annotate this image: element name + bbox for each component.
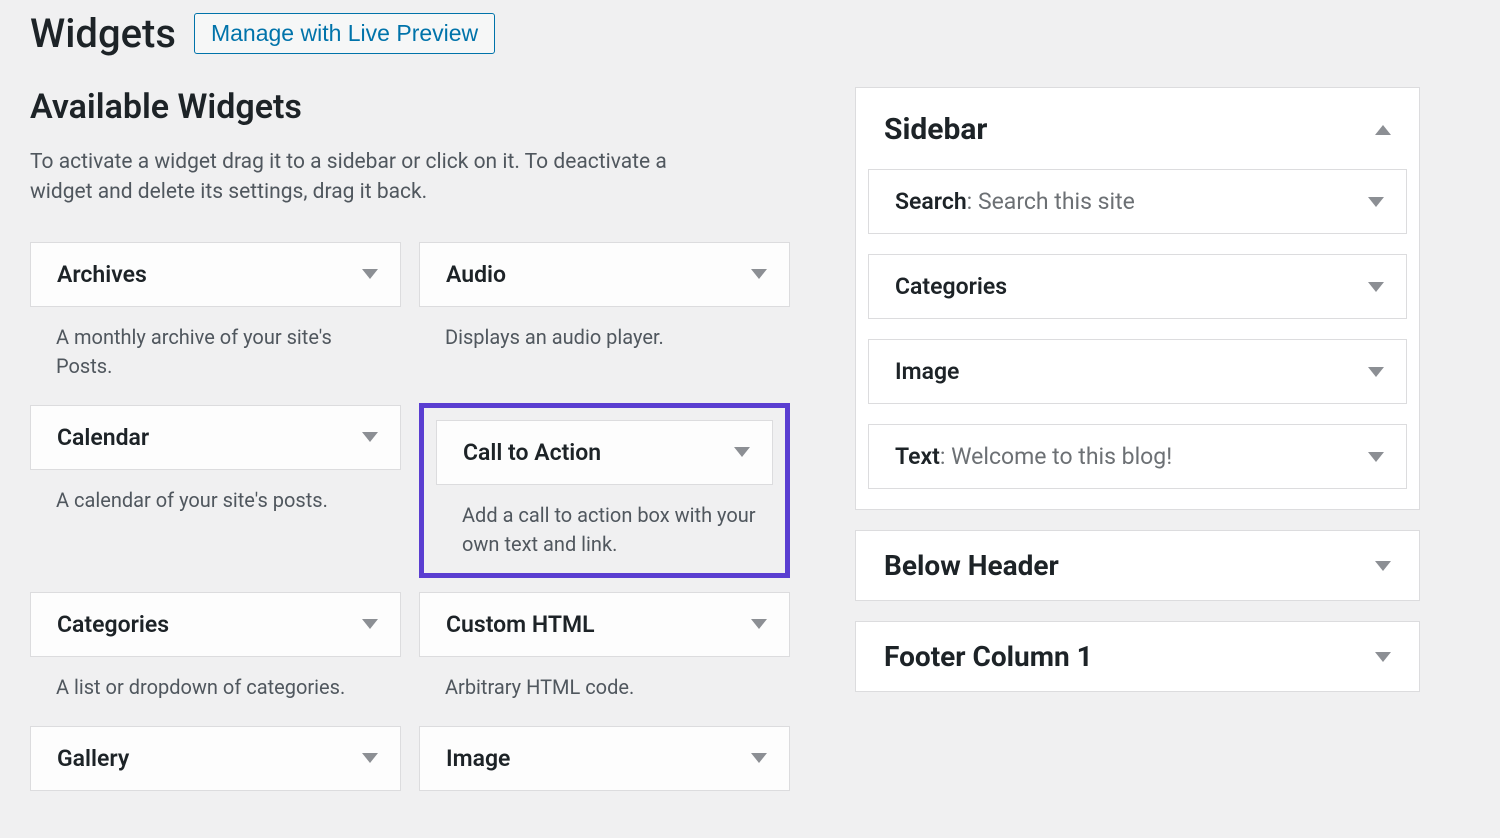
widget-calendar-description: A calendar of your site's posts. [30,470,401,519]
widget-custom-html-description: Arbitrary HTML code. [419,657,790,706]
chevron-up-icon [1375,125,1391,135]
area-below-header-title: Below Header [884,549,1059,582]
area-footer-column-1: Footer Column 1 [855,621,1420,692]
widget-image-header[interactable]: Image [419,726,790,791]
chevron-down-icon [734,447,750,457]
manage-live-preview-button[interactable]: Manage with Live Preview [194,13,495,54]
area-sidebar-header[interactable]: Sidebar [856,88,1419,169]
area-sidebar-body: Search: Search this site Categories Imag… [856,169,1419,509]
area-sidebar-title: Sidebar [884,112,987,147]
chevron-down-icon [362,269,378,279]
chevron-down-icon [1375,652,1391,662]
chevron-down-icon [751,269,767,279]
widget-audio-header[interactable]: Audio [419,242,790,307]
available-widgets-description: To activate a widget drag it to a sideba… [30,147,730,208]
chevron-down-icon [751,619,767,629]
placed-widget-categories-label: Categories [895,273,1007,300]
chevron-down-icon [1368,452,1384,462]
widget-custom-html-title: Custom HTML [446,611,595,638]
page-header: Widgets Manage with Live Preview [30,10,1470,57]
available-widgets-title: Available Widgets [30,87,790,127]
available-widgets-grid: Archives A monthly archive of your site'… [30,242,790,811]
placed-widget-text[interactable]: Text: Welcome to this blog! [868,424,1407,489]
widget-categories-title: Categories [57,611,169,638]
widget-call-to-action-description: Add a call to action box with your own t… [436,485,773,561]
widget-categories-header[interactable]: Categories [30,592,401,657]
page-title: Widgets [30,10,176,57]
area-footer-column-1-header[interactable]: Footer Column 1 [856,622,1419,691]
placed-widget-text-name: Text [895,443,940,470]
widget-audio: Audio Displays an audio player. [419,242,790,405]
widget-calendar: Calendar A calendar of your site's posts… [30,405,401,592]
chevron-down-icon [1368,367,1384,377]
widget-call-to-action-header[interactable]: Call to Action [436,420,773,485]
widget-categories-description: A list or dropdown of categories. [30,657,401,706]
chevron-down-icon [362,619,378,629]
placed-widget-text-label: Text: Welcome to this blog! [895,443,1172,470]
area-below-header-header[interactable]: Below Header [856,531,1419,600]
widget-image: Image [419,726,790,811]
placed-widget-image[interactable]: Image [868,339,1407,404]
placed-widget-search[interactable]: Search: Search this site [868,169,1407,234]
widget-archives: Archives A monthly archive of your site'… [30,242,401,405]
widget-gallery-header[interactable]: Gallery [30,726,401,791]
widget-archives-description: A monthly archive of your site's Posts. [30,307,401,385]
widget-archives-header[interactable]: Archives [30,242,401,307]
placed-widget-text-subtitle: Welcome to this blog! [951,443,1172,470]
widget-calendar-title: Calendar [57,424,149,451]
chevron-down-icon [362,432,378,442]
placed-widget-image-label: Image [895,358,959,385]
widget-calendar-header[interactable]: Calendar [30,405,401,470]
widget-custom-html: Custom HTML Arbitrary HTML code. [419,592,790,726]
widget-image-title: Image [446,745,510,772]
available-widgets-column: Available Widgets To activate a widget d… [30,87,790,811]
chevron-down-icon [1368,197,1384,207]
widget-call-to-action-title: Call to Action [463,439,601,466]
widget-archives-title: Archives [57,261,147,288]
widget-audio-title: Audio [446,261,506,288]
placed-widget-search-name: Search [895,188,967,215]
widget-audio-description: Displays an audio player. [419,307,790,356]
widget-call-to-action-highlight: Call to Action Add a call to action box … [419,403,790,578]
chevron-down-icon [362,753,378,763]
placed-widget-search-subtitle: Search this site [978,188,1135,215]
widget-custom-html-header[interactable]: Custom HTML [419,592,790,657]
chevron-down-icon [1375,561,1391,571]
area-footer-column-1-title: Footer Column 1 [884,640,1093,673]
area-below-header: Below Header [855,530,1420,601]
widget-categories: Categories A list or dropdown of categor… [30,592,401,726]
widget-gallery: Gallery [30,726,401,811]
area-sidebar: Sidebar Search: Search this site Categor… [855,87,1420,510]
widget-gallery-title: Gallery [57,745,129,772]
chevron-down-icon [751,753,767,763]
widget-areas-column: Sidebar Search: Search this site Categor… [855,87,1420,811]
chevron-down-icon [1368,282,1384,292]
placed-widget-categories[interactable]: Categories [868,254,1407,319]
placed-widget-search-label: Search: Search this site [895,188,1135,215]
